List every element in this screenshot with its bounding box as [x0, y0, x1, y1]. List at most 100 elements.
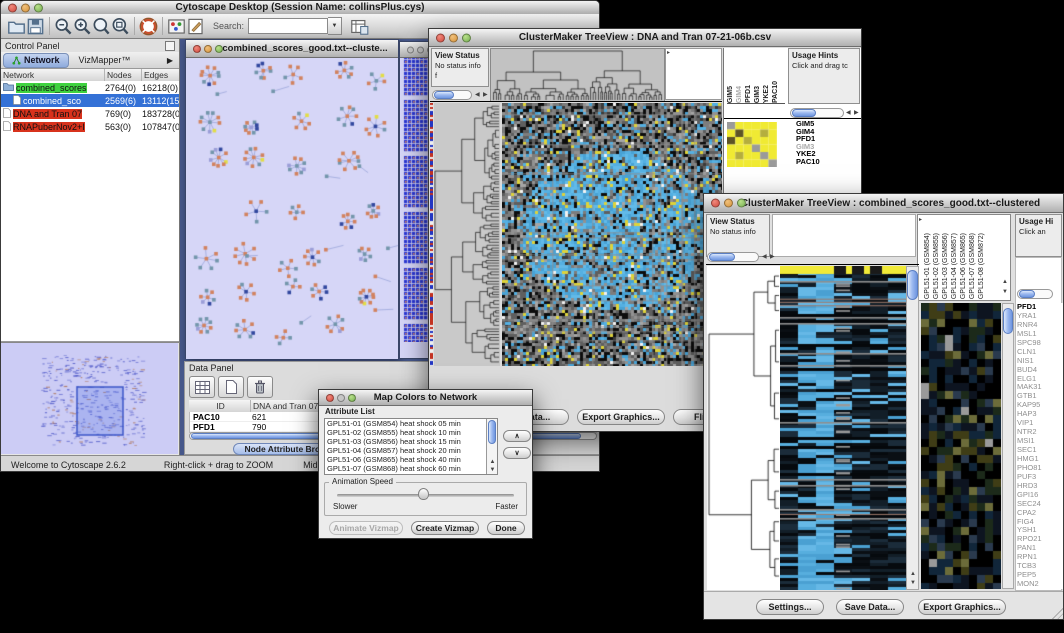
- attribute-list-item[interactable]: GPL51-07 (GSM868) heat shock 60 min: [325, 464, 486, 473]
- gene-label[interactable]: SEC1: [1017, 446, 1063, 455]
- gene-label[interactable]: RNR4: [1017, 321, 1063, 330]
- close-button[interactable]: [711, 199, 720, 208]
- resize-grip[interactable]: [1051, 607, 1064, 620]
- gene-label[interactable]: NTR2: [1017, 428, 1063, 437]
- gene-label[interactable]: MSL1: [1017, 330, 1063, 339]
- minimize-button[interactable]: [337, 394, 345, 402]
- search-input[interactable]: [248, 18, 328, 34]
- heatmap-canvas[interactable]: [780, 266, 906, 590]
- close-button[interactable]: [407, 46, 414, 53]
- done-button[interactable]: Done: [487, 521, 525, 535]
- scroll-right-arrow[interactable]: ▶: [770, 254, 775, 260]
- scroll-left-arrow[interactable]: ◀: [846, 110, 851, 116]
- gene-label[interactable]: VIP1: [1017, 419, 1063, 428]
- secondary-vscrollbar[interactable]: [1002, 303, 1014, 589]
- gene-label[interactable]: PHO81: [1017, 464, 1063, 473]
- gene-label[interactable]: MSI1: [1017, 437, 1063, 446]
- treeview1-hscrollbar[interactable]: [432, 90, 472, 100]
- minimize-button[interactable]: [21, 3, 30, 12]
- close-button[interactable]: [326, 394, 334, 402]
- animate-vizmap-button[interactable]: Animate Vizmap: [329, 521, 403, 535]
- gene-label[interactable]: PAN1: [1017, 544, 1063, 553]
- gene-label[interactable]: FIG4: [1017, 518, 1063, 527]
- heatmap-vscrollbar[interactable]: ▲ ▼: [906, 266, 919, 590]
- attribute-list-item[interactable]: GPL51-04 (GSM857) heat shock 20 min: [325, 446, 486, 455]
- delete-attribute-button[interactable]: [247, 376, 273, 398]
- row-dendrogram-canvas[interactable]: [707, 266, 780, 590]
- scroll-up-arrow[interactable]: ▲: [490, 459, 496, 465]
- gene-label[interactable]: NIS1: [1017, 357, 1063, 366]
- create-vizmap-button[interactable]: Create Vizmap: [411, 521, 479, 535]
- gene-label[interactable]: BUD4: [1017, 366, 1063, 375]
- gene-label[interactable]: YRA1: [1017, 312, 1063, 321]
- scroll-down-arrow[interactable]: ▼: [910, 580, 916, 586]
- float-panel-icon[interactable]: [165, 41, 175, 51]
- gene-label[interactable]: RPN1: [1017, 553, 1063, 562]
- scroll-thumb[interactable]: [792, 109, 816, 117]
- attribute-list-item[interactable]: GPL51-06 (GSM865) heat shock 40 min: [325, 455, 486, 464]
- annotation-icon[interactable]: [186, 17, 205, 36]
- close-button[interactable]: [193, 45, 201, 53]
- zoom-out-icon[interactable]: [54, 17, 73, 36]
- usage-hints-scrollbar[interactable]: [790, 108, 844, 118]
- row-dendrogram-canvas[interactable]: [434, 103, 500, 366]
- gene-label[interactable]: CLN1: [1017, 348, 1063, 357]
- save-data-button[interactable]: Save Data...: [836, 599, 904, 615]
- secondary-heatmap-canvas[interactable]: [921, 303, 1001, 589]
- dialog-title-bar[interactable]: Map Colors to Network: [319, 390, 532, 406]
- zoom-button[interactable]: [34, 3, 43, 12]
- treeview1-title-bar[interactable]: ClusterMaker TreeView : DNA and Tran 07-…: [429, 29, 861, 47]
- scroll-right-arrow[interactable]: ▶: [854, 110, 859, 116]
- speed-slider-thumb[interactable]: [418, 488, 429, 500]
- attribute-list-scrollbar[interactable]: ▲ ▼: [486, 419, 497, 474]
- vizmapper-icon[interactable]: [167, 17, 186, 36]
- export-graphics-button[interactable]: Export Graphics...: [918, 599, 1006, 615]
- tab-vizmapper[interactable]: VizMapper™: [69, 55, 141, 65]
- gene-label[interactable]: TCB3: [1017, 562, 1063, 571]
- zoom-button[interactable]: [737, 199, 746, 208]
- gene-label[interactable]: GPI16: [1017, 491, 1063, 500]
- zoom-button[interactable]: [348, 394, 356, 402]
- save-session-icon[interactable]: [26, 17, 45, 36]
- gene-label[interactable]: ELG1: [1017, 375, 1063, 384]
- tab-network[interactable]: Network: [3, 53, 69, 68]
- settings-button[interactable]: Settings...: [756, 599, 824, 615]
- gene-label[interactable]: PEP5: [1017, 571, 1063, 580]
- move-up-button[interactable]: ∧: [503, 430, 531, 442]
- heatmap-canvas[interactable]: [502, 103, 722, 366]
- gene-label[interactable]: YSH1: [1017, 526, 1063, 535]
- minimize-button[interactable]: [417, 46, 424, 53]
- gene-label[interactable]: SPC98: [1017, 339, 1063, 348]
- gene-label[interactable]: HMG1: [1017, 455, 1063, 464]
- gene-label[interactable]: GTB1: [1017, 392, 1063, 401]
- gene-label[interactable]: CPA2: [1017, 509, 1063, 518]
- select-attributes-button[interactable]: [189, 376, 215, 398]
- scroll-up-arrow[interactable]: ▲: [1002, 279, 1008, 285]
- treeview2-hscrollbar[interactable]: [707, 252, 759, 262]
- scroll-left-arrow[interactable]: ◀: [762, 254, 767, 260]
- birdseye-view[interactable]: [1, 342, 180, 456]
- scroll-thumb[interactable]: [907, 270, 918, 300]
- network-table-row[interactable]: DNA and Tran 07769(0)183728(0): [1, 107, 179, 120]
- network-view-title-bar[interactable]: combined_scores_good.txt--cluste...: [186, 40, 398, 58]
- gene-label[interactable]: SEC24: [1017, 500, 1063, 509]
- zoom-button[interactable]: [215, 45, 223, 53]
- gene-label[interactable]: PUF3: [1017, 473, 1063, 482]
- gene-label[interactable]: HRD3: [1017, 482, 1063, 491]
- network-table-row[interactable]: combined_sco2569(6)13112(15): [1, 94, 179, 107]
- attribute-listbox[interactable]: GPL51-01 (GSM854) heat shock 05 minGPL51…: [324, 418, 498, 475]
- treeview2-title-bar[interactable]: ClusterMaker TreeView : combined_scores_…: [704, 194, 1063, 213]
- gene-label[interactable]: PFD1: [1017, 303, 1063, 312]
- zoom-button[interactable]: [462, 33, 471, 42]
- scroll-thumb[interactable]: [1019, 290, 1035, 298]
- gene-label[interactable]: KAP95: [1017, 401, 1063, 410]
- scroll-down-arrow[interactable]: ▼: [1002, 289, 1008, 295]
- attribute-list-item[interactable]: GPL51-02 (GSM855) heat shock 10 min: [325, 428, 486, 437]
- attribute-list-item[interactable]: GPL51-01 (GSM854) heat shock 05 min: [325, 419, 486, 428]
- move-down-button[interactable]: ∨: [503, 447, 531, 459]
- minimize-button[interactable]: [449, 33, 458, 42]
- open-file-icon[interactable]: [7, 17, 26, 36]
- usage-hints-scrollbar[interactable]: [1017, 289, 1053, 299]
- minimize-button[interactable]: [204, 45, 212, 53]
- column-dendrogram-canvas[interactable]: [490, 48, 665, 102]
